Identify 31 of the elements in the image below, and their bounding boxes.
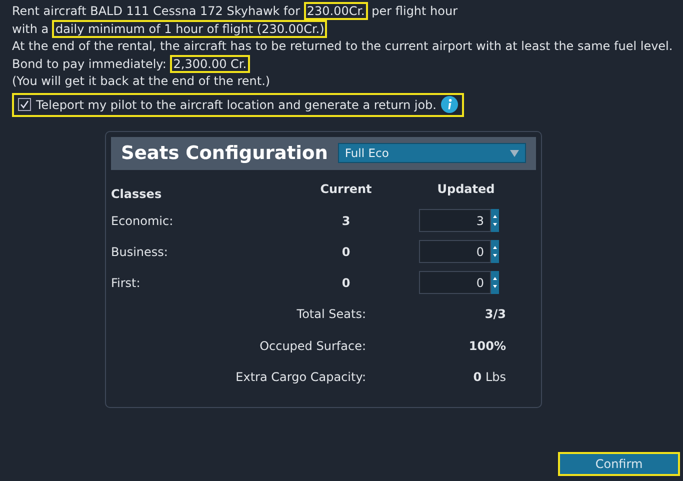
info-text: per flight hour bbox=[370, 4, 458, 18]
column-header: Current bbox=[320, 180, 372, 198]
current-value: 0 bbox=[342, 274, 350, 292]
teleport-checkbox[interactable] bbox=[18, 98, 31, 111]
highlighted-text: 2,300.00 Cr. bbox=[170, 54, 250, 72]
summary-value: 3/3 bbox=[484, 306, 506, 323]
summary-label: Total Seats: bbox=[296, 306, 366, 323]
info-text: with a bbox=[12, 22, 50, 36]
info-text: (You will get it back at the end of the rent.) bbox=[12, 74, 270, 88]
highlighted-text: daily minimum of 1 hour of flight (230.00Cr.) bbox=[52, 20, 328, 38]
confirm-button[interactable]: Confirm bbox=[558, 452, 680, 476]
class-label: Economic: bbox=[111, 212, 174, 230]
checkbox-label: Teleport my pilot to the aircraft location and generate a return job. bbox=[36, 96, 436, 114]
current-value: 3 bbox=[342, 212, 350, 230]
summary-label: Extra Cargo Capacity: bbox=[236, 369, 366, 386]
info-text: Rent aircraft BALD 111 Cessna 172 Skyhawk for bbox=[12, 4, 302, 18]
preset-dropdown[interactable]: Full Eco bbox=[338, 143, 526, 164]
caret-icon bbox=[510, 150, 519, 157]
summary-value: 0 Lbs bbox=[473, 369, 506, 386]
class-label: Business: bbox=[111, 244, 168, 261]
column-header: Updated bbox=[437, 180, 495, 198]
summary-value: 100% bbox=[468, 338, 506, 354]
column-header: Classes bbox=[111, 186, 162, 203]
class-label: First: bbox=[111, 274, 140, 292]
summary-label: Occuped Surface: bbox=[260, 338, 366, 354]
highlighted-text: 230.00Cr. bbox=[304, 2, 368, 20]
info-text: Bond to pay immediately: bbox=[12, 56, 168, 70]
current-value: 0 bbox=[342, 244, 350, 261]
panel-title: Seats Configuration bbox=[121, 142, 328, 166]
info-icon[interactable] bbox=[441, 96, 458, 113]
info-text: At the end of the rental, the aircraft has to be returned to the current airport with at least the same fuel level. bbox=[12, 39, 673, 53]
